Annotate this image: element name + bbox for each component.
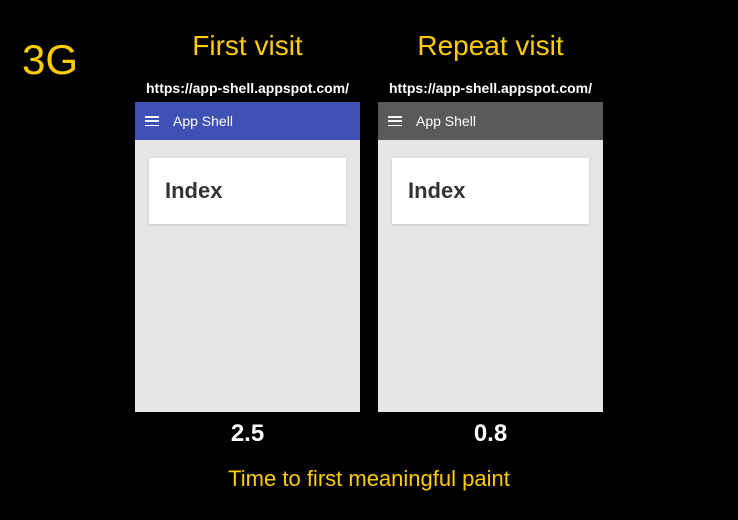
phone-screenshot-first: App Shell Index: [135, 102, 360, 412]
url-repeat: https://app-shell.appspot.com/: [378, 80, 603, 96]
url-first: https://app-shell.appspot.com/: [135, 80, 360, 96]
app-title-repeat: App Shell: [416, 113, 476, 129]
column-title-first: First visit: [135, 30, 360, 62]
first-visit-column: First visit https://app-shell.appspot.co…: [135, 30, 360, 448]
phone-screenshot-repeat: App Shell Index: [378, 102, 603, 412]
content-card-first: Index: [149, 158, 346, 224]
card-label-repeat: Index: [408, 178, 573, 204]
hamburger-icon: [145, 116, 159, 126]
app-toolbar-first: App Shell: [135, 102, 360, 140]
content-card-repeat: Index: [392, 158, 589, 224]
app-toolbar-repeat: App Shell: [378, 102, 603, 140]
timing-value-first: 2.5: [135, 420, 360, 448]
timing-value-repeat: 0.8: [378, 420, 603, 448]
repeat-visit-column: Repeat visit https://app-shell.appspot.c…: [378, 30, 603, 448]
card-label-first: Index: [165, 178, 330, 204]
network-type-badge: 3G: [22, 36, 78, 84]
app-title-first: App Shell: [173, 113, 233, 129]
column-title-repeat: Repeat visit: [378, 30, 603, 62]
hamburger-icon: [388, 116, 402, 126]
footer-caption: Time to first meaningful paint: [0, 466, 738, 492]
